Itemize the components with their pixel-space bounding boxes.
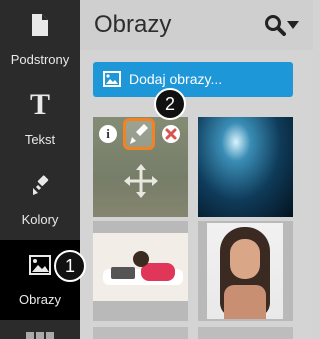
- photo-detail: [224, 285, 266, 319]
- add-images-label: Dodaj obrazy...: [129, 71, 223, 87]
- photo-detail: [111, 267, 135, 279]
- grid-icon[interactable]: [26, 332, 54, 339]
- image-thumbnail[interactable]: [198, 221, 293, 321]
- image-thumbnail[interactable]: [198, 117, 293, 217]
- delete-icon[interactable]: [162, 125, 180, 143]
- image-thumbnail[interactable]: [93, 221, 188, 321]
- move-icon[interactable]: [123, 163, 159, 199]
- sidebar-item-label: Kolory: [21, 212, 59, 227]
- page-icon: [0, 10, 80, 40]
- sidebar: Podstrony T Tekst Kolory Obrazy: [0, 0, 80, 339]
- sidebar-item-label: Podstrony: [10, 52, 70, 67]
- search-icon: [265, 15, 286, 36]
- callout-badge-1: 1: [54, 250, 86, 282]
- search-dropdown-button[interactable]: [264, 14, 299, 36]
- edit-image-button[interactable]: [123, 118, 155, 150]
- sidebar-item-tekst[interactable]: T Tekst: [0, 80, 80, 160]
- photo-detail: [230, 239, 260, 279]
- image-thumbnail[interactable]: i: [93, 117, 188, 217]
- image-thumbnail[interactable]: [93, 327, 188, 339]
- callout-badge-2: 2: [154, 88, 186, 120]
- info-icon[interactable]: i: [99, 125, 117, 143]
- add-images-button[interactable]: Dodaj obrazy...: [93, 62, 293, 97]
- text-icon: T: [29, 88, 50, 121]
- sidebar-item-label: Obrazy: [19, 292, 61, 307]
- sidebar-item-podstrony[interactable]: Podstrony: [0, 0, 80, 80]
- panel-header: Obrazy: [80, 0, 313, 50]
- paintbrush-icon: [0, 170, 80, 200]
- paintbrush-icon: [130, 124, 148, 144]
- image-icon: [103, 71, 121, 87]
- image-thumbnail[interactable]: [198, 327, 293, 339]
- photo-detail: [133, 251, 149, 267]
- sidebar-item-label: Tekst: [24, 132, 56, 147]
- images-panel: Obrazy Dodaj obrazy... i: [80, 0, 313, 339]
- caret-down-icon: [287, 21, 299, 29]
- page-title: Obrazy: [94, 11, 172, 38]
- photo-detail: [141, 263, 175, 281]
- sidebar-item-kolory[interactable]: Kolory: [0, 160, 80, 240]
